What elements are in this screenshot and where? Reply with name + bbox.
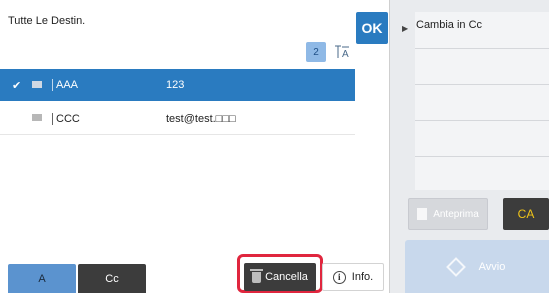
tab-cc[interactable]: Cc [78,264,146,293]
recipient-address: test@test.□□□ [166,112,236,125]
info-button[interactable]: i Info. [322,263,384,291]
delete-button[interactable]: Cancella [244,263,316,291]
sort-alpha-svg: A [335,45,349,59]
list-divider [415,48,549,49]
mail-icon [32,114,48,123]
column-separator [52,79,53,91]
list-divider [415,120,549,121]
recipient-list-panel: Tutte Le Destin. OK 2 A ✔ AAA 123 CCC te… [0,0,390,293]
play-icon: ▶ [402,24,409,33]
trash-icon [250,268,264,283]
change-cc-list [415,12,549,190]
recipient-row[interactable]: CCC test@test.□□□ [0,103,355,135]
info-icon: i [332,270,346,284]
recipient-name: AAA [56,79,79,91]
list-divider [415,84,549,85]
mail-icon [32,80,48,90]
tab-a[interactable]: A [8,264,76,293]
start-button-label: Avvio [478,260,506,273]
recipient-address: 123 [166,79,185,91]
page-title: Tutte Le Destin. [8,15,86,27]
preview-button-label: Anteprima [433,208,479,220]
column-separator [52,112,53,125]
svg-text:A: A [342,49,349,59]
delete-button-label: Cancella [265,271,308,283]
recipient-name: CCC [56,112,80,125]
ok-button[interactable]: OK [356,12,388,44]
check-icon: ✔ [12,79,22,92]
recipient-row-selected[interactable]: ✔ AAA 123 [0,69,355,101]
sort-alpha-icon[interactable]: A [333,43,351,61]
start-icon [445,256,466,277]
preview-button: Anteprima [408,198,488,230]
info-button-label: Info. [351,271,374,283]
change-to-cc-item[interactable]: Cambia in Cc [416,19,482,31]
list-divider [415,156,549,157]
start-button: Avvio [405,240,549,293]
document-icon [417,208,428,220]
clear-all-button[interactable]: CA [503,198,549,230]
count-badge: 2 [306,42,326,62]
